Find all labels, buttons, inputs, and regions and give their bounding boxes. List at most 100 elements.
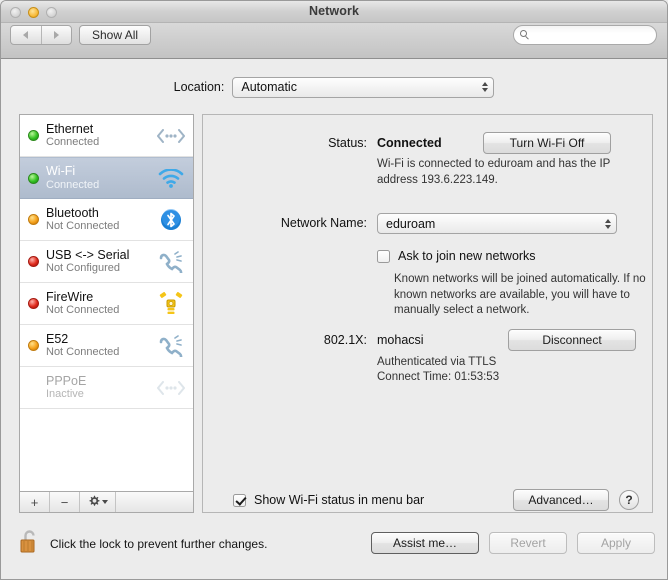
revert-label: Revert — [510, 536, 546, 550]
back-forward-control[interactable] — [10, 25, 72, 45]
service-row-e52[interactable]: E52 Not Connected — [20, 325, 193, 367]
disconnect-label: Disconnect — [542, 333, 602, 347]
forward-button[interactable] — [42, 26, 72, 44]
service-name: Wi-Fi — [46, 164, 76, 179]
add-service-button[interactable]: + — [20, 492, 50, 512]
network-name-popup-button[interactable]: eduroam — [377, 213, 617, 234]
status-detail-text: Wi-Fi is connected to eduroam and has th… — [377, 158, 611, 186]
status-dot — [28, 130, 39, 141]
search-field[interactable] — [513, 25, 657, 45]
search-input[interactable] — [534, 29, 646, 41]
help-label: ? — [625, 493, 633, 507]
network-services-list[interactable]: Ethernet Connected Wi-Fi Connected Bluet… — [19, 114, 194, 492]
service-status: Not Configured — [46, 262, 120, 275]
location-popup-button[interactable]: Automatic — [232, 76, 495, 98]
ask-to-join-checkbox[interactable] — [377, 249, 390, 263]
service-status: Inactive — [46, 388, 84, 401]
service-row-usb-serial[interactable]: USB <-> Serial Not Configured — [20, 241, 193, 283]
firewire-icon — [157, 291, 185, 317]
advanced-button[interactable]: Advanced… — [513, 489, 609, 511]
revert-button[interactable]: Revert — [489, 532, 567, 554]
network-preferences-window: Network Show All Location: Automatic Eth… — [0, 0, 668, 580]
service-row-bluetooth[interactable]: Bluetooth Not Connected — [20, 199, 193, 241]
service-status: Connected — [46, 136, 100, 149]
service-name: FireWire — [46, 289, 94, 304]
triangle-right-icon — [53, 31, 59, 39]
apply-button[interactable]: Apply — [577, 532, 655, 554]
dot1x-auth-text: Authenticated via TTLS — [377, 356, 497, 368]
stepper-arrows-icon — [482, 82, 489, 92]
network-name-label: Network Name: — [280, 216, 367, 230]
service-row-wifi[interactable]: Wi-Fi Connected — [20, 157, 193, 199]
ask-to-join-label: Ask to join new networks — [398, 249, 536, 263]
add-service-label: + — [30, 494, 39, 510]
service-name: E52 — [46, 331, 69, 346]
dot1x-connect-time-text: Connect Time: 01:53:53 — [377, 371, 500, 383]
turn-wifi-off-button[interactable]: Turn Wi-Fi Off — [483, 132, 611, 154]
service-list-toolbar: + − — [19, 492, 194, 513]
status-value: Connected — [377, 136, 442, 150]
network-name-value: eduroam — [386, 216, 436, 231]
status-dot — [28, 256, 39, 267]
chevron-down-icon — [101, 500, 108, 504]
show-all-label: Show All — [92, 28, 139, 42]
status-row: Status: Connected Turn Wi-Fi Off — [203, 132, 652, 154]
service-status: Not Connected — [46, 346, 120, 359]
apply-label: Apply — [600, 536, 632, 550]
disconnect-button[interactable]: Disconnect — [508, 329, 636, 351]
show-wifi-status-label: Show Wi-Fi status in menu bar — [254, 493, 425, 507]
remove-service-button[interactable]: − — [50, 492, 80, 512]
service-row-pppoe[interactable]: PPPoE Inactive — [20, 367, 193, 409]
location-row: Location: Automatic — [1, 75, 667, 99]
service-name: Ethernet — [46, 121, 94, 136]
advanced-label: Advanced… — [528, 493, 594, 507]
status-dot — [28, 214, 39, 225]
dot1x-value: mohacsi — [377, 333, 424, 347]
show-wifi-status-checkbox[interactable] — [233, 493, 246, 507]
ask-to-join-row[interactable]: Ask to join new networks — [377, 249, 536, 263]
help-button[interactable]: ? — [619, 490, 639, 510]
window-title: Network — [308, 4, 360, 18]
modem-icon — [157, 333, 185, 359]
remove-service-label: − — [60, 494, 69, 510]
status-label: Status: — [328, 136, 367, 150]
wifi-icon — [157, 165, 185, 191]
action-menu-button[interactable] — [80, 492, 116, 512]
ethernet-icon — [157, 375, 185, 401]
unlocked-padlock-icon[interactable] — [19, 529, 41, 558]
modem-icon — [157, 249, 185, 275]
service-name: Bluetooth — [46, 205, 99, 220]
status-dot — [28, 340, 39, 351]
lock-text: Click the lock to prevent further change… — [50, 536, 268, 551]
network-name-row: Network Name: eduroam — [203, 213, 652, 234]
service-name: USB <-> Serial — [46, 247, 130, 262]
bluetooth-icon — [157, 207, 185, 233]
show-status-row[interactable]: Show Wi-Fi status in menu bar — [233, 493, 424, 507]
service-row-ethernet[interactable]: Ethernet Connected — [20, 115, 193, 157]
location-value: Automatic — [241, 80, 297, 94]
ethernet-icon — [157, 123, 185, 149]
search-icon — [520, 30, 530, 40]
service-name: PPPoE — [46, 373, 87, 388]
service-status: Connected — [46, 178, 100, 191]
status-dot — [28, 298, 39, 309]
dot1x-row: 802.1X: mohacsi Disconnect — [203, 329, 652, 351]
gear-icon — [88, 495, 100, 510]
lock-row[interactable]: Click the lock to prevent further change… — [19, 529, 267, 558]
show-all-button[interactable]: Show All — [79, 25, 152, 45]
assist-me-button[interactable]: Assist me… — [371, 532, 479, 554]
service-row-firewire[interactable]: FireWire Not Connected — [20, 283, 193, 325]
dot1x-label: 802.1X: — [323, 333, 367, 347]
status-dot — [28, 172, 39, 184]
triangle-left-icon — [23, 31, 29, 39]
service-status: Not Connected — [46, 220, 120, 233]
footer-buttons: Assist me… Revert Apply — [371, 532, 655, 554]
turn-wifi-off-label: Turn Wi-Fi Off — [509, 136, 585, 150]
status-dot — [28, 382, 39, 393]
back-button[interactable] — [11, 26, 42, 44]
title-bar: Network — [1, 1, 667, 23]
location-label: Location: — [173, 80, 225, 94]
service-status: Not Connected — [46, 304, 120, 317]
assist-me-label: Assist me… — [392, 536, 457, 550]
wifi-settings-panel: Status: Connected Turn Wi-Fi Off Wi-Fi i… — [202, 114, 653, 513]
